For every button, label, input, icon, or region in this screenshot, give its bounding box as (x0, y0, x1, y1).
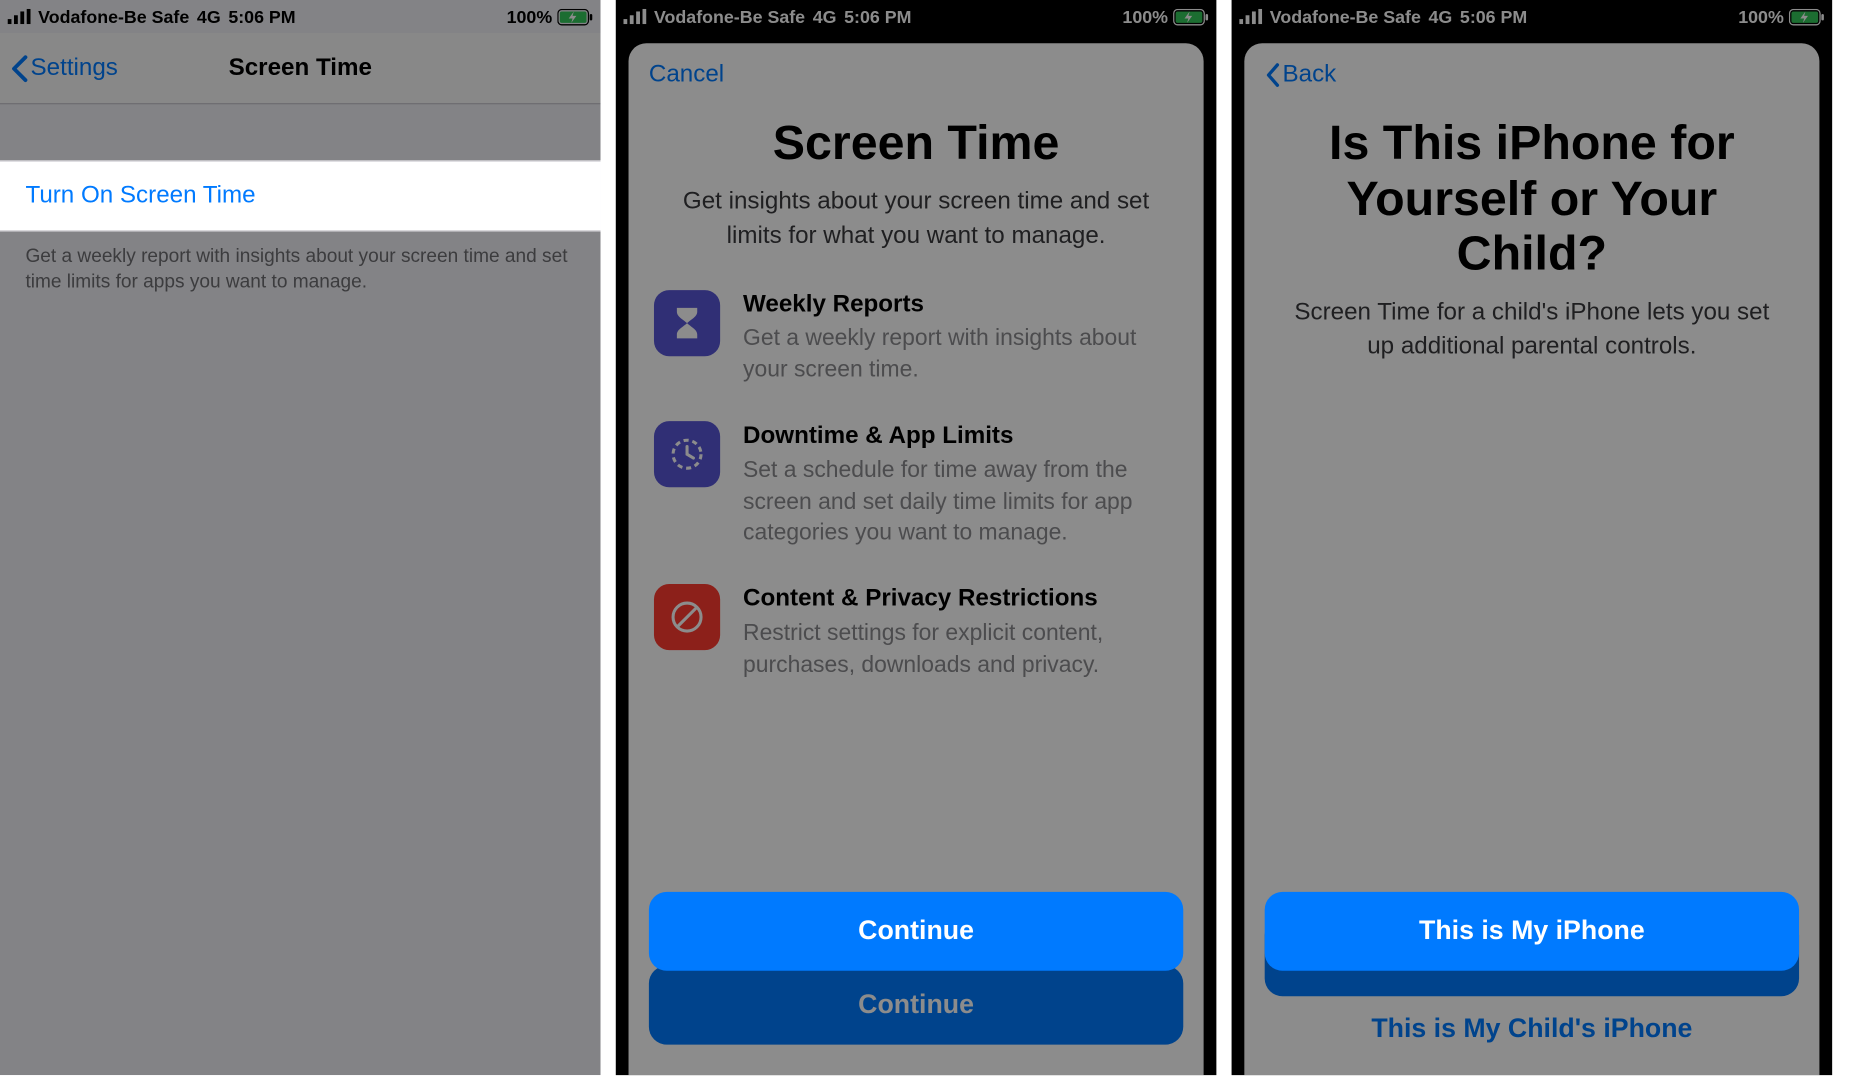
signal-icon (623, 9, 646, 24)
clock: 5:06 PM (1460, 6, 1527, 26)
status-bar: Vodafone-Be Safe 4G 5:06 PM 100% (616, 0, 1217, 33)
back-label: Settings (31, 54, 118, 82)
feature-desc: Restrict settings for explicit content, … (743, 617, 1178, 680)
carrier-label: Vodafone-Be Safe (38, 6, 189, 26)
feature-item: Downtime & App Limits Set a schedule for… (654, 421, 1178, 549)
sheet-subtitle: Get insights about your screen time and … (629, 185, 1204, 254)
battery-pct: 100% (1122, 6, 1168, 26)
chevron-left-icon (1265, 62, 1280, 87)
sheet-subtitle: Screen Time for a child's iPhone lets yo… (1244, 297, 1819, 366)
continue-button-dimmed[interactable]: Continue (649, 966, 1183, 1045)
battery-icon (1173, 8, 1209, 25)
signal-icon (1239, 9, 1262, 24)
this-is-my-iphone-button[interactable]: This is My iPhone (1265, 892, 1799, 971)
battery-pct: 100% (507, 6, 553, 26)
sheet-title: Is This iPhone for Yourself or Your Chil… (1244, 107, 1819, 297)
network-label: 4G (813, 6, 837, 26)
carrier-label: Vodafone-Be Safe (1270, 6, 1421, 26)
nav-bar: Settings Screen Time (0, 33, 601, 104)
clock: 5:06 PM (228, 6, 295, 26)
feature-title: Content & Privacy Restrictions (743, 584, 1178, 614)
battery-icon (1789, 8, 1825, 25)
feature-title: Weekly Reports (743, 290, 1178, 320)
network-label: 4G (197, 6, 221, 26)
back-button[interactable]: Settings (0, 54, 118, 82)
feature-desc: Set a schedule for time away from the sc… (743, 454, 1178, 549)
feature-item: Content & Privacy Restrictions Restrict … (654, 584, 1178, 680)
clock-limit-icon (654, 421, 720, 487)
cancel-button[interactable]: Cancel (649, 61, 724, 89)
screen-2: Vodafone-Be Safe 4G 5:06 PM 100% Cancel … (616, 0, 1217, 1075)
screen-3: Vodafone-Be Safe 4G 5:06 PM 100% Back Is… (1232, 0, 1833, 1075)
status-bar: Vodafone-Be Safe 4G 5:06 PM 100% (0, 0, 601, 33)
network-label: 4G (1429, 6, 1453, 26)
feature-item: Weekly Reports Get a weekly report with … (654, 290, 1178, 386)
no-entry-icon (654, 584, 720, 650)
battery-pct: 100% (1738, 6, 1784, 26)
feature-desc: Get a weekly report with insights about … (743, 322, 1178, 385)
battery-icon (557, 8, 593, 25)
carrier-label: Vodafone-Be Safe (654, 6, 805, 26)
hourglass-icon (654, 290, 720, 356)
screen-1: Vodafone-Be Safe 4G 5:06 PM 100% Setting… (0, 0, 601, 1075)
sheet-title: Screen Time (629, 107, 1204, 185)
feature-title: Downtime & App Limits (743, 421, 1178, 451)
turn-on-screen-time-button[interactable]: Turn On Screen Time (0, 160, 601, 231)
signal-icon (8, 9, 31, 24)
back-label: Back (1282, 61, 1336, 89)
chevron-left-icon (10, 54, 28, 82)
continue-button[interactable]: Continue (649, 892, 1183, 971)
footer-desc: Get a weekly report with insights about … (0, 232, 601, 296)
back-button[interactable]: Back (1265, 61, 1337, 89)
feature-list: Weekly Reports Get a weekly report with … (629, 254, 1204, 680)
clock: 5:06 PM (844, 6, 911, 26)
status-bar: Vodafone-Be Safe 4G 5:06 PM 100% (1232, 0, 1833, 33)
childs-iphone-button[interactable]: This is My Child's iPhone (1371, 1014, 1692, 1045)
